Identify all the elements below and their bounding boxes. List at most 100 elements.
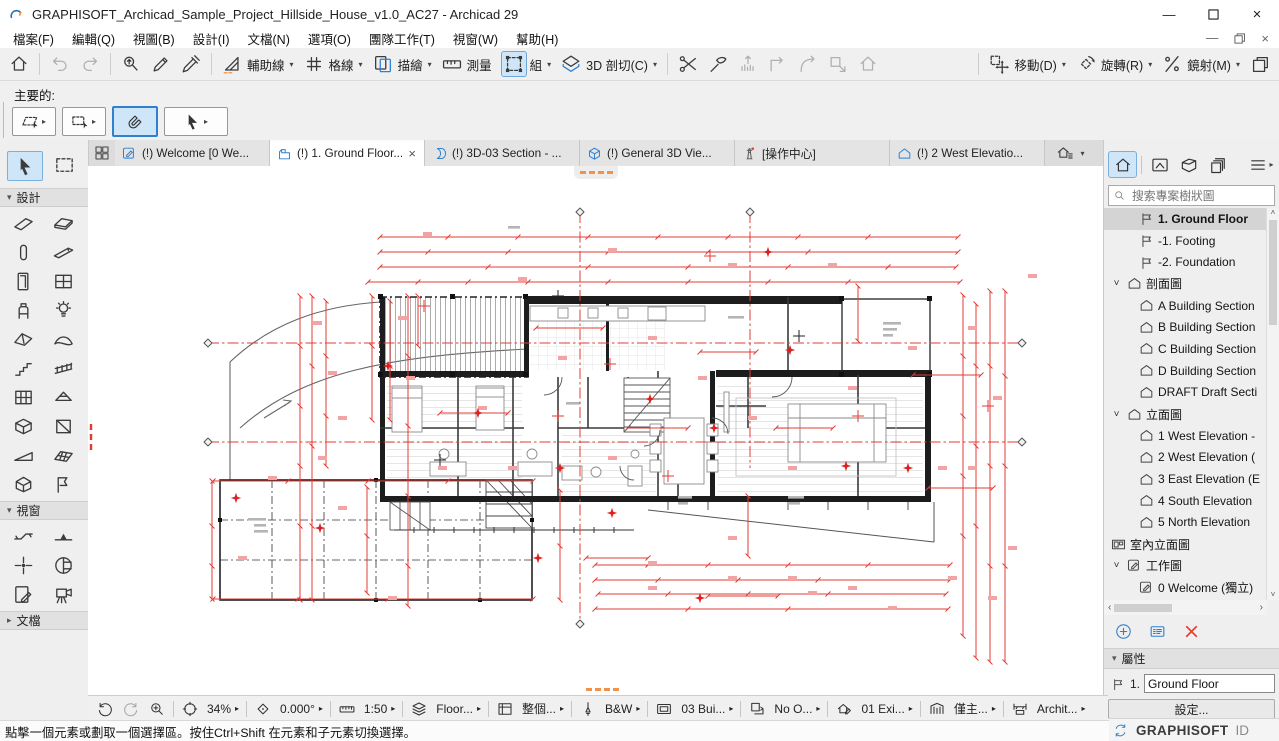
morph-tool[interactable] [4,470,42,499]
tree-item[interactable]: 1. Ground Floor [1104,208,1267,230]
pen-control[interactable] [575,700,601,718]
redo-view-control[interactable] [118,700,144,718]
project-map-button[interactable] [1108,151,1137,178]
add-view-button[interactable] [1114,622,1133,641]
graphisoft-id-bar[interactable]: GRAPHISOFT ID [1104,718,1279,741]
slab-tool[interactable] [44,209,82,238]
3d-cutaway-button[interactable]: 3D 剖切(C) ▾ [556,51,662,77]
toolbox-section-header[interactable]: ▾ 視窗 [0,501,88,520]
scroll-right-icon[interactable]: › [1260,602,1263,613]
menu-item[interactable]: 文檔(N) [239,28,299,49]
guide-lines-button[interactable]: 輔助線 ▾ [217,51,299,77]
tree-item[interactable]: 3 East Elevation (E [1104,468,1267,490]
tree-item[interactable]: B Building Section [1104,316,1267,338]
tree-item[interactable]: 1 West Elevation - [1104,425,1267,447]
inject-button[interactable] [176,51,206,77]
arrow-tool[interactable] [7,151,43,181]
scroll-thumb-h[interactable] [1114,603,1173,612]
marquee-tool[interactable] [48,151,82,179]
pen-set-control[interactable] [492,700,518,718]
window-tool[interactable] [44,267,82,296]
status-control[interactable]: 34% ▸ [203,702,243,716]
menu-item[interactable]: 視窗(W) [444,28,507,49]
meshx-tool[interactable] [44,441,82,470]
scale-control[interactable] [334,700,360,718]
status-control[interactable]: 0.000° ▸ [276,702,327,716]
tree-item[interactable]: DRAFT Draft Secti [1104,382,1267,404]
tree-item[interactable]: A Building Section [1104,295,1267,317]
delete-view-button[interactable] [1182,622,1201,641]
close-tab-icon[interactable]: × [406,146,418,161]
status-control[interactable]: 03 Bui... ▸ [677,702,737,716]
menu-item[interactable]: 視圖(B) [124,28,184,49]
roof-tool[interactable] [4,325,42,354]
project-tree-search[interactable] [1108,185,1275,206]
trace-handle-top[interactable] [574,166,618,179]
layers-control[interactable] [406,700,432,718]
undo-button[interactable] [45,51,75,77]
home-button[interactable] [4,51,34,77]
rotate-button[interactable]: 旋轉(R) ▾ [1071,51,1157,77]
find-button[interactable] [116,51,146,77]
marquee-multi-button[interactable]: ▸ [12,107,56,136]
partial-structure-control[interactable] [924,700,950,718]
rotate-view-control[interactable] [250,700,276,718]
menu-item[interactable]: 選項(O) [299,28,360,49]
zone-tool[interactable] [44,470,82,499]
floor-plan-canvas[interactable] [88,166,1104,695]
extend-button[interactable] [763,51,793,77]
override-control[interactable] [831,700,857,718]
tab-tab-story[interactable]: (!) 1. Ground Floor... × [270,140,425,166]
status-control[interactable]: 1:50 ▸ [360,702,399,716]
stair-tool[interactable] [4,354,42,383]
measure-button[interactable]: 測量 [437,51,498,77]
scroll-up-icon[interactable]: ˄ [1271,208,1276,217]
marquee-single-button[interactable]: ▸ [62,107,106,136]
status-control[interactable]: B&W ▸ [601,702,644,716]
objchair-tool[interactable] [4,296,42,325]
panel-tool[interactable] [44,412,82,441]
tree-item[interactable]: 0 Welcome (獨立) [1104,577,1267,599]
tab-overview-button[interactable] [88,140,115,166]
view-settings-button[interactable] [1148,622,1167,641]
mdi-minimize-button[interactable]: — [1206,31,1219,45]
dock-button[interactable] [1245,51,1275,77]
tree-item[interactable]: 2 West Elevation ( [1104,447,1267,469]
column-tool[interactable] [4,238,42,267]
arrow-button[interactable]: ▸ [164,107,228,136]
home-outline-button[interactable] [853,51,883,77]
tree-item[interactable]: -2. Foundation [1104,251,1267,273]
tab-tab-worksheet[interactable]: (!) Welcome [0 We... [115,140,270,166]
tree-item[interactable]: ˅ 立面圖 [1104,403,1267,425]
railing-tool[interactable] [44,354,82,383]
renovation-control[interactable] [744,700,770,718]
tab-tab-elevation[interactable]: (!) 2 West Elevatio... [890,140,1045,166]
scroll-down-icon[interactable]: ˅ [1271,590,1276,599]
pickup-button[interactable] [146,51,176,77]
scroll-thumb[interactable] [1269,220,1277,325]
menu-item[interactable]: 檔案(F) [4,28,63,49]
resize-button[interactable] [823,51,853,77]
status-control[interactable]: 01 Exi... ▸ [857,702,916,716]
status-control[interactable]: 整個... ▸ [518,700,568,717]
cwall-tool[interactable] [4,383,42,412]
minimize-button[interactable]: — [1147,0,1191,28]
tree-item[interactable]: ˅ 剖面圖 [1104,273,1267,295]
move-button[interactable]: 移動(D) ▾ [984,51,1070,77]
toolbar-drag-handle[interactable] [3,102,4,138]
elevate-button[interactable] [733,51,763,77]
layout-book-button[interactable] [1175,152,1202,177]
close-button[interactable]: × [1235,0,1279,28]
mdi-restore-button[interactable] [1234,32,1246,44]
wall-tool[interactable] [4,209,42,238]
tree-item[interactable]: 室內立面圖 [1104,533,1267,555]
grid-snap-button[interactable]: 格線 ▾ [299,51,368,77]
mirror-button[interactable]: 鏡射(M) ▾ [1157,51,1245,77]
door-tool[interactable] [4,267,42,296]
navigator-menu-button[interactable]: ▸ [1248,152,1275,177]
sec-tool-tool[interactable] [4,522,42,551]
camera-tool[interactable] [44,580,82,609]
status-control[interactable]: Floor... ▸ [432,702,485,716]
tree-horizontal-scrollbar[interactable]: ‹ › [1104,600,1267,615]
tree-item[interactable]: -1. Footing [1104,230,1267,252]
